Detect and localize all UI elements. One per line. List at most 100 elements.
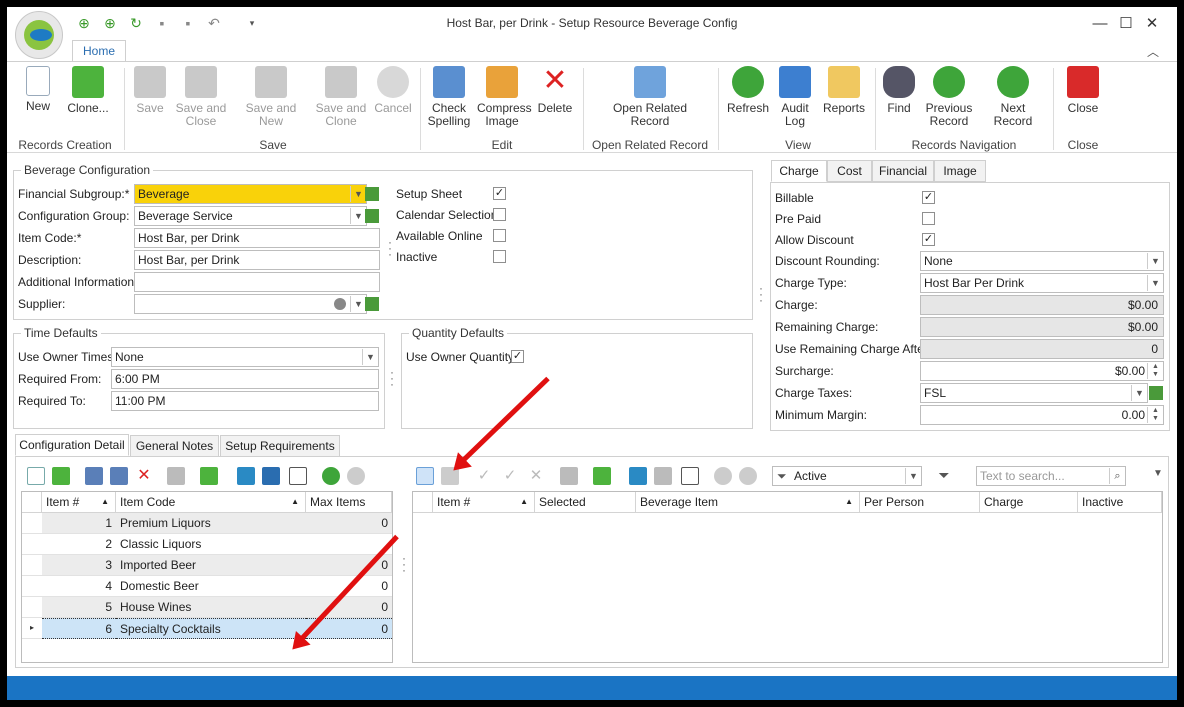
column-chooser-icon[interactable] bbox=[289, 467, 307, 485]
close-window-button[interactable]: ✕ bbox=[1138, 13, 1166, 35]
splitter-handle[interactable]: · · · bbox=[388, 236, 392, 260]
chevron-down-icon[interactable]: ▼ bbox=[350, 296, 366, 312]
save-row-icon[interactable] bbox=[85, 467, 103, 485]
cell-item-number[interactable]: 5 bbox=[42, 597, 116, 618]
compress-image-button[interactable]: Compress Image bbox=[477, 66, 532, 128]
tab-general-notes[interactable]: General Notes bbox=[130, 435, 219, 457]
spinner-icon[interactable]: ▲ ▼ bbox=[1147, 407, 1163, 423]
column-header-max-items[interactable]: Max Items bbox=[306, 492, 392, 513]
cell-max-items[interactable]: 0 bbox=[306, 513, 392, 534]
additional-information-input[interactable] bbox=[134, 272, 380, 292]
column-header-item-number[interactable]: Item # ▲ bbox=[42, 492, 116, 513]
use-owner-times-select[interactable]: None ▼ bbox=[111, 347, 379, 367]
column-header-selected[interactable]: Selected bbox=[535, 492, 636, 513]
configuration-group-select[interactable]: Beverage Service ▼ bbox=[134, 206, 367, 226]
row-indicator[interactable] bbox=[22, 555, 42, 576]
delete-button[interactable]: ✕ Delete bbox=[535, 66, 575, 115]
tab-cost[interactable]: Cost bbox=[827, 160, 872, 182]
group-items-icon[interactable] bbox=[593, 467, 611, 485]
column-header-charge[interactable]: Charge bbox=[980, 492, 1078, 513]
save-and-close-button[interactable]: Save and Close bbox=[175, 66, 227, 128]
allow-discount-checkbox[interactable]: ✓ bbox=[922, 233, 935, 246]
cell-item-code[interactable]: Specialty Cocktails bbox=[116, 618, 306, 639]
clone-button[interactable]: Clone... bbox=[65, 66, 111, 115]
open-record-icon[interactable] bbox=[262, 467, 280, 485]
cell-item-code[interactable]: House Wines bbox=[116, 597, 306, 618]
item-move-down-icon[interactable] bbox=[739, 467, 757, 485]
row-indicator[interactable] bbox=[22, 576, 42, 597]
tab-charge[interactable]: Charge bbox=[771, 160, 827, 182]
cell-item-number[interactable]: 1 bbox=[42, 513, 116, 534]
setup-sheet-checkbox[interactable]: ✓ bbox=[493, 187, 506, 200]
splitter-handle[interactable]: · · · bbox=[759, 282, 763, 306]
row-indicator[interactable] bbox=[22, 513, 42, 534]
item-column-chooser-icon[interactable] bbox=[681, 467, 699, 485]
cell-item-code[interactable]: Domestic Beer bbox=[116, 576, 306, 597]
description-input[interactable]: Host Bar, per Drink bbox=[134, 250, 380, 270]
lookup-icon[interactable] bbox=[365, 297, 379, 311]
use-owner-quantity-checkbox[interactable]: ✓ bbox=[511, 350, 524, 363]
discount-rounding-select[interactable]: None ▼ bbox=[920, 251, 1164, 271]
collapse-ribbon-icon[interactable]: ︿ bbox=[1147, 43, 1159, 60]
uncheck-icon[interactable]: ✓ bbox=[501, 467, 519, 485]
save-close-row-icon[interactable] bbox=[110, 467, 128, 485]
required-to-input[interactable]: 11:00 PM bbox=[111, 391, 379, 411]
available-online-checkbox[interactable] bbox=[493, 229, 506, 242]
cell-item-number[interactable]: 3 bbox=[42, 555, 116, 576]
export-icon[interactable] bbox=[237, 467, 255, 485]
lookup-icon[interactable] bbox=[365, 187, 379, 201]
calendar-selection-checkbox[interactable] bbox=[493, 208, 506, 221]
tab-setup-requirements[interactable]: Setup Requirements bbox=[220, 435, 340, 457]
copy-row-icon[interactable] bbox=[167, 467, 185, 485]
chevron-down-icon[interactable]: ▼ bbox=[1131, 385, 1147, 401]
open-item-icon[interactable] bbox=[654, 467, 672, 485]
column-header-inactive[interactable]: Inactive bbox=[1078, 492, 1162, 513]
clear-icon[interactable] bbox=[334, 298, 346, 310]
group-rows-icon[interactable] bbox=[200, 467, 218, 485]
column-header-per-person[interactable]: Per Person bbox=[860, 492, 980, 513]
splitter-handle[interactable]: · · · bbox=[390, 366, 394, 390]
chevron-down-icon[interactable]: ▼ bbox=[350, 208, 366, 224]
maximize-button[interactable]: ☐ bbox=[1112, 13, 1140, 35]
item-code-input[interactable]: Host Bar, per Drink bbox=[134, 228, 380, 248]
row-indicator[interactable] bbox=[22, 534, 42, 555]
row-indicator[interactable]: ▸ bbox=[22, 618, 42, 639]
splitter-handle[interactable]: · · · bbox=[402, 552, 406, 576]
active-filter-select[interactable]: ⏷ Active ▼ bbox=[772, 466, 922, 486]
tab-home[interactable]: Home bbox=[72, 40, 126, 62]
cell-item-code[interactable]: Premium Liquors bbox=[116, 513, 306, 534]
chevron-down-icon[interactable]: ▼ bbox=[362, 349, 378, 365]
move-up-icon[interactable] bbox=[322, 467, 340, 485]
check-spelling-button[interactable]: Check Spelling bbox=[427, 66, 471, 128]
next-record-button[interactable]: Next Record bbox=[981, 66, 1045, 128]
chevron-down-icon[interactable]: ▼ bbox=[350, 186, 366, 202]
surcharge-input[interactable]: $0.00 ▲ ▼ bbox=[920, 361, 1164, 381]
tab-configuration-detail[interactable]: Configuration Detail bbox=[15, 434, 129, 456]
tab-image[interactable]: Image bbox=[934, 160, 986, 182]
toolbar-overflow-icon[interactable]: ▼ bbox=[1153, 468, 1163, 479]
reports-button[interactable]: Reports bbox=[821, 66, 867, 115]
lookup-icon[interactable] bbox=[365, 209, 379, 223]
filter-options-icon[interactable]: ⏷ bbox=[935, 467, 953, 485]
audit-log-button[interactable]: Audit Log bbox=[779, 66, 811, 128]
save-and-new-button[interactable]: Save and New bbox=[235, 66, 307, 128]
minimum-margin-input[interactable]: 0.00 ▲ ▼ bbox=[920, 405, 1164, 425]
save-button[interactable]: Save bbox=[133, 66, 167, 115]
supplier-select[interactable]: ▼ bbox=[134, 294, 367, 314]
column-header-item-code[interactable]: Item Code ▲ bbox=[116, 492, 306, 513]
cell-item-number[interactable]: 2 bbox=[42, 534, 116, 555]
refresh-button[interactable]: Refresh bbox=[725, 66, 771, 115]
pre-paid-checkbox[interactable] bbox=[922, 212, 935, 225]
item-move-up-icon[interactable] bbox=[714, 467, 732, 485]
text-search-input[interactable]: Text to search... ⌕ bbox=[976, 466, 1126, 486]
new-item-icon[interactable] bbox=[416, 467, 434, 485]
chevron-down-icon[interactable]: ▼ bbox=[1147, 275, 1163, 291]
search-icon[interactable]: ⌕ bbox=[1109, 468, 1125, 484]
delete-row-icon[interactable]: ✕ bbox=[135, 467, 153, 485]
open-related-record-button[interactable]: Open Related Record bbox=[607, 66, 693, 128]
chevron-down-icon[interactable]: ▼ bbox=[1147, 253, 1163, 269]
required-from-input[interactable]: 6:00 PM bbox=[111, 369, 379, 389]
lookup-icon[interactable] bbox=[1149, 386, 1163, 400]
close-button[interactable]: Close bbox=[1063, 66, 1103, 115]
cell-item-code[interactable]: Classic Liquors bbox=[116, 534, 306, 555]
